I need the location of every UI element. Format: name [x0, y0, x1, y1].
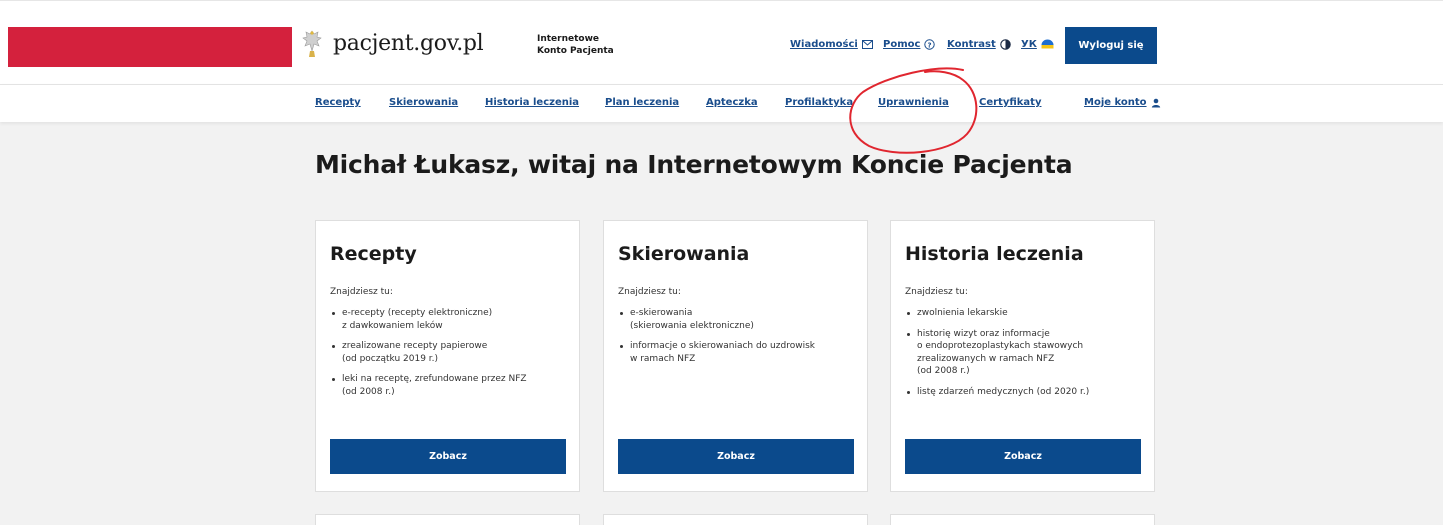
eagle-emblem-icon — [302, 30, 322, 57]
card-intro: Znajdziesz tu: — [330, 287, 393, 297]
card-partial — [315, 514, 580, 525]
card-list: e-recepty (recepty elektroniczne) z dawko… — [330, 307, 575, 406]
help-label: Pomoc — [883, 39, 921, 50]
card-partial — [890, 514, 1155, 525]
brand-subtitle-line2: Konto Pacjenta — [537, 46, 614, 56]
nav-item-recepty[interactable]: Recepty — [315, 97, 361, 108]
header: pacjent.gov.pl Internetowe Konto Pacjent… — [0, 0, 1443, 84]
list-item: informacje o skierowaniach do uzdrowisk w… — [618, 340, 863, 365]
nav-item-profilaktyka[interactable]: Profilaktyka — [785, 97, 853, 108]
list-item: listę zdarzeń medycznych (od 2020 r.) — [905, 386, 1150, 399]
ukraine-flag-icon — [1041, 39, 1054, 49]
see-historia-button[interactable]: Zobacz — [905, 439, 1141, 474]
list-item: zwolnienia lekarskie — [905, 307, 1150, 320]
list-item: e-skierowania (skierowania elektroniczne) — [618, 307, 863, 332]
card-historia-leczenia: Historia leczenia Znajdziesz tu: zwolnie… — [890, 220, 1155, 492]
list-item: e-recepty (recepty elektroniczne) z dawko… — [330, 307, 575, 332]
card-intro: Znajdziesz tu: — [618, 287, 681, 297]
page-title: Michał Łukasz, witaj na Internetowym Kon… — [315, 150, 1073, 179]
user-icon — [1151, 98, 1160, 107]
nav-item-apteczka[interactable]: Apteczka — [706, 97, 758, 108]
contrast-icon — [1000, 39, 1011, 50]
list-item: zrealizowane recepty papierowe (od począt… — [330, 340, 575, 365]
nav-item-certyfikaty[interactable]: Certyfikaty — [979, 97, 1041, 108]
nav-item-moje-konto[interactable]: Moje konto — [1084, 97, 1161, 108]
card-recepty: Recepty Znajdziesz tu: e-recepty (recept… — [315, 220, 580, 492]
card-partial — [603, 514, 868, 525]
list-item: historię wizyt oraz informacje o endoprot… — [905, 328, 1150, 378]
nav-item-historia-leczenia[interactable]: Historia leczenia — [485, 97, 579, 108]
nav-item-plan-leczenia[interactable]: Plan leczenia — [605, 97, 679, 108]
messages-link[interactable]: Wiadomości — [790, 39, 873, 50]
svg-text:?: ? — [928, 41, 932, 49]
brand-name[interactable]: pacjent.gov.pl — [333, 31, 484, 56]
flag-band — [8, 27, 292, 67]
card-title: Skierowania — [618, 243, 750, 265]
account-label: Moje konto — [1084, 97, 1147, 108]
language-link[interactable]: УК — [1021, 39, 1054, 50]
card-title: Recepty — [330, 243, 417, 265]
contrast-label: Kontrast — [947, 39, 996, 50]
brand-subtitle: Internetowe Konto Pacjenta — [537, 33, 614, 57]
messages-label: Wiadomości — [790, 39, 858, 50]
help-circle-icon: ? — [924, 39, 936, 50]
main-nav: Recepty Skierowania Historia leczenia Pl… — [0, 84, 1443, 122]
logout-button[interactable]: Wyloguj się — [1065, 27, 1157, 64]
brand-subtitle-line1: Internetowe — [537, 34, 600, 44]
card-list: e-skierowania (skierowania elektroniczne)… — [618, 307, 863, 373]
see-recepty-button[interactable]: Zobacz — [330, 439, 566, 474]
help-link[interactable]: Pomoc ? — [883, 39, 936, 50]
list-item: leki na receptę, zrefundowane przez NFZ(… — [330, 373, 575, 398]
language-label: УК — [1021, 39, 1037, 50]
nav-item-skierowania[interactable]: Skierowania — [389, 97, 458, 108]
contrast-link[interactable]: Kontrast — [947, 39, 1011, 50]
envelope-icon — [861, 40, 873, 49]
nav-item-uprawnienia[interactable]: Uprawnienia — [878, 97, 949, 108]
card-skierowania: Skierowania Znajdziesz tu: e-skierowania… — [603, 220, 868, 492]
see-skierowania-button[interactable]: Zobacz — [618, 439, 854, 474]
card-list: zwolnienia lekarskie historię wizyt oraz… — [905, 307, 1150, 406]
card-intro: Znajdziesz tu: — [905, 287, 968, 297]
card-title: Historia leczenia — [905, 243, 1084, 265]
